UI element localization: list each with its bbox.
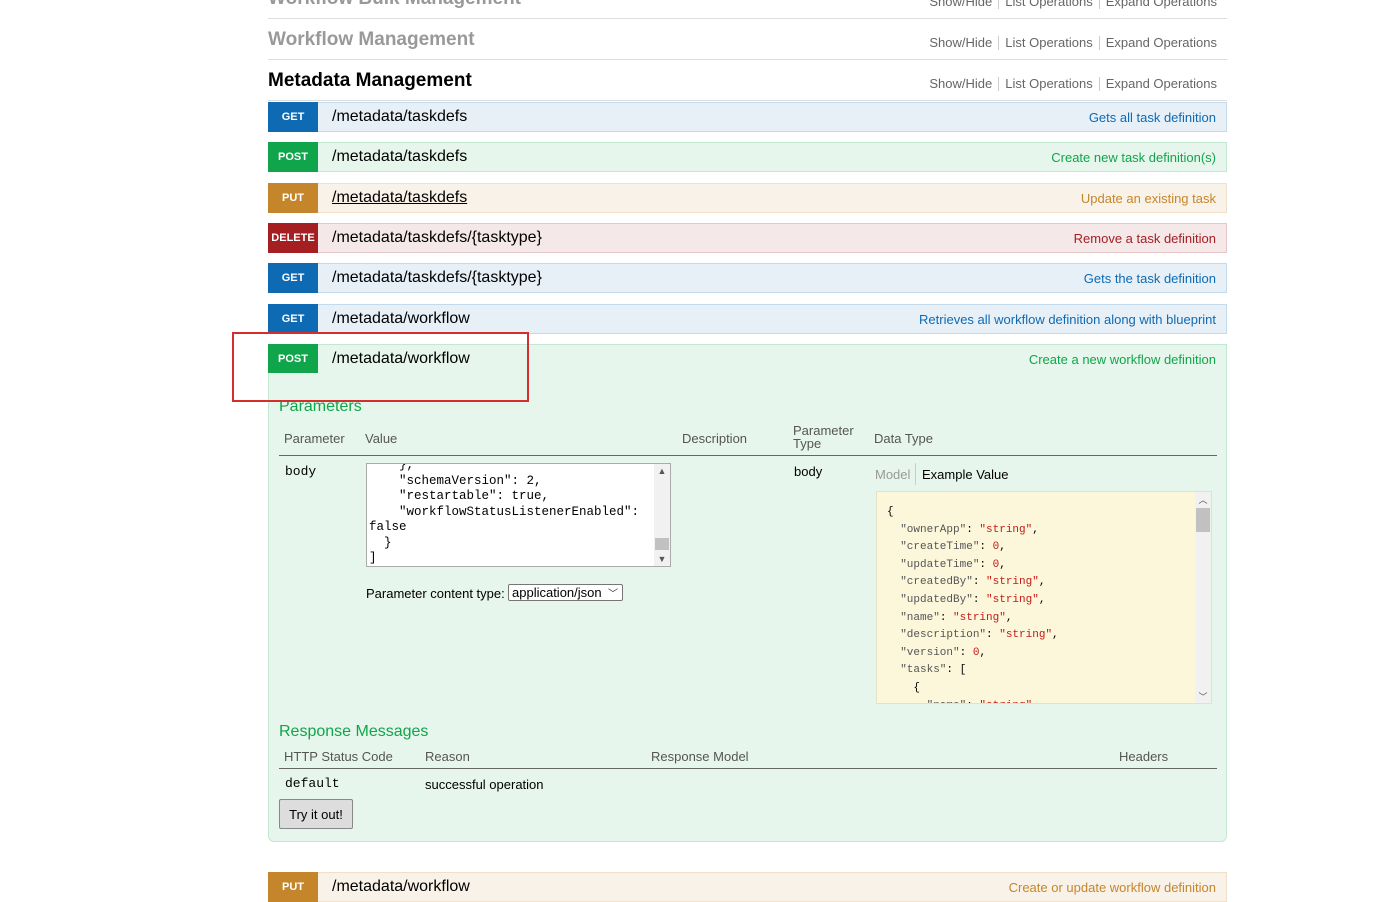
operation-get-workflow[interactable]: GET /metadata/workflow Retrieves all wor… <box>268 304 1227 334</box>
operation-content: Parameters Parameter Value Description P… <box>268 373 1227 842</box>
http-method-badge[interactable]: DELETE <box>268 223 318 253</box>
param-type-value: body <box>794 464 823 479</box>
example-json[interactable]: { "ownerApp": "string", "createTime": 0,… <box>887 504 1059 703</box>
content-type-value: application/json <box>512 585 602 600</box>
param-header-value: Value <box>365 431 398 446</box>
body-textarea[interactable]: }, "schemaVersion": 2, "restartable": tr… <box>366 463 671 567</box>
response-header-divider <box>279 768 1217 769</box>
operation-path[interactable]: /metadata/taskdefs/{tasktype} <box>332 269 542 287</box>
chevron-down-icon: ﹀ <box>608 589 618 600</box>
operation-summary[interactable]: Update an existing task <box>1081 191 1216 206</box>
list-operations-link[interactable]: List Operations <box>999 0 1098 9</box>
scroll-up-arrow-icon[interactable]: ▲ <box>654 464 670 478</box>
http-method-badge[interactable]: GET <box>268 263 318 293</box>
param-header-description: Description <box>682 431 748 446</box>
content-type-select[interactable]: application/json ﹀ <box>508 584 623 601</box>
resource-links: Show/Hide List Operations Expand Operati… <box>923 0 1217 9</box>
operation-path[interactable]: /metadata/taskdefs <box>332 108 467 126</box>
operation-path[interactable]: /metadata/taskdefs/{tasktype} <box>332 229 542 247</box>
parameters-title: Parameters <box>279 398 362 415</box>
resource-links: Show/Hide List Operations Expand Operati… <box>923 35 1217 50</box>
operation-summary[interactable]: Gets all task definition <box>1089 110 1216 125</box>
resource-title[interactable]: Workflow Bulk Management <box>268 0 521 10</box>
scroll-thumb[interactable] <box>1196 508 1210 532</box>
operation-summary[interactable]: Create or update workflow definition <box>1009 880 1216 895</box>
operation-summary[interactable]: Remove a task definition <box>1074 231 1216 246</box>
response-reason: successful operation <box>425 777 544 792</box>
response-header-status: HTTP Status Code <box>284 749 393 764</box>
operation-get-taskdef[interactable]: GET /metadata/taskdefs/{tasktype} Gets t… <box>268 263 1227 293</box>
param-header-param-type: Parameter Type <box>793 423 854 451</box>
resource-header-workflow-management: Workflow Management Show/Hide List Opera… <box>268 19 1227 60</box>
show-hide-link[interactable]: Show/Hide <box>923 0 998 9</box>
response-messages-title: Response Messages <box>279 723 429 740</box>
textarea-scrollbar[interactable]: ▲ ▼ <box>654 464 670 566</box>
example-scrollbar[interactable]: ︿ ﹀ <box>1195 492 1211 703</box>
resource-title[interactable]: Workflow Management <box>268 29 475 51</box>
expand-operations-link[interactable]: Expand Operations <box>1100 0 1217 9</box>
scroll-down-arrow-icon[interactable]: ▼ <box>654 552 670 566</box>
scroll-up-arrow-icon[interactable]: ︿ <box>1195 492 1211 506</box>
param-header-data-type: Data Type <box>874 431 934 446</box>
show-hide-link[interactable]: Show/Hide <box>923 35 998 50</box>
scroll-down-arrow-icon[interactable]: ﹀ <box>1195 689 1211 703</box>
http-method-badge[interactable]: GET <box>268 102 318 132</box>
resource-header-workflow-bulk: Workflow Bulk Management Show/Hide List … <box>268 0 1227 19</box>
http-method-badge[interactable]: POST <box>268 142 318 172</box>
example-value-tab[interactable]: Example Value <box>922 467 1008 482</box>
operation-path[interactable]: /metadata/taskdefs <box>332 189 467 207</box>
param-header-divider <box>279 455 1217 456</box>
operation-summary[interactable]: Create a new workflow definition <box>1029 352 1216 367</box>
body-textarea-text[interactable]: }, "schemaVersion": 2, "restartable": tr… <box>367 464 654 566</box>
http-method-badge[interactable]: PUT <box>268 872 318 902</box>
http-method-badge[interactable]: GET <box>268 304 318 334</box>
param-header-parameter: Parameter <box>284 431 345 446</box>
param-name: body <box>285 464 317 479</box>
operation-path[interactable]: /metadata/workflow <box>332 310 470 328</box>
operation-post-taskdefs[interactable]: POST /metadata/taskdefs Create new task … <box>268 142 1227 172</box>
operation-path[interactable]: /metadata/workflow <box>332 350 470 368</box>
resource-links: Show/Hide List Operations Expand Operati… <box>923 76 1217 91</box>
tab-divider <box>915 463 916 485</box>
response-header-model: Response Model <box>651 749 749 764</box>
try-it-out-button[interactable]: Try it out! <box>279 799 353 829</box>
list-operations-link[interactable]: List Operations <box>999 76 1098 91</box>
operation-post-workflow[interactable]: POST /metadata/workflow Create a new wor… <box>268 344 1227 374</box>
http-method-badge[interactable]: POST <box>268 344 318 374</box>
example-value-box[interactable]: { "ownerApp": "string", "createTime": 0,… <box>876 491 1212 704</box>
response-status: default <box>285 776 340 791</box>
content-type-label: Parameter content type: <box>366 586 505 601</box>
scroll-thumb[interactable] <box>655 538 669 550</box>
response-header-reason: Reason <box>425 749 470 764</box>
resource-title[interactable]: Metadata Management <box>268 70 472 92</box>
model-tab[interactable]: Model <box>875 467 910 482</box>
operation-summary[interactable]: Gets the task definition <box>1084 271 1216 286</box>
expand-operations-link[interactable]: Expand Operations <box>1100 35 1217 50</box>
http-method-badge[interactable]: PUT <box>268 183 318 213</box>
operation-put-workflow[interactable]: PUT /metadata/workflow Create or update … <box>268 872 1227 902</box>
response-header-headers: Headers <box>1119 749 1169 764</box>
show-hide-link[interactable]: Show/Hide <box>923 76 998 91</box>
operation-summary[interactable]: Create new task definition(s) <box>1051 150 1216 165</box>
operation-delete-taskdef[interactable]: DELETE /metadata/taskdefs/{tasktype} Rem… <box>268 223 1227 253</box>
operation-summary[interactable]: Retrieves all workflow definition along … <box>919 312 1216 327</box>
list-operations-link[interactable]: List Operations <box>999 35 1098 50</box>
resource-header-metadata-management: Metadata Management Show/Hide List Opera… <box>268 60 1227 101</box>
operation-put-taskdefs[interactable]: PUT /metadata/taskdefs Update an existin… <box>268 183 1227 213</box>
operation-path[interactable]: /metadata/taskdefs <box>332 148 467 166</box>
operation-get-taskdefs[interactable]: GET /metadata/taskdefs Gets all task def… <box>268 102 1227 132</box>
expand-operations-link[interactable]: Expand Operations <box>1100 76 1217 91</box>
operation-path[interactable]: /metadata/workflow <box>332 878 470 896</box>
